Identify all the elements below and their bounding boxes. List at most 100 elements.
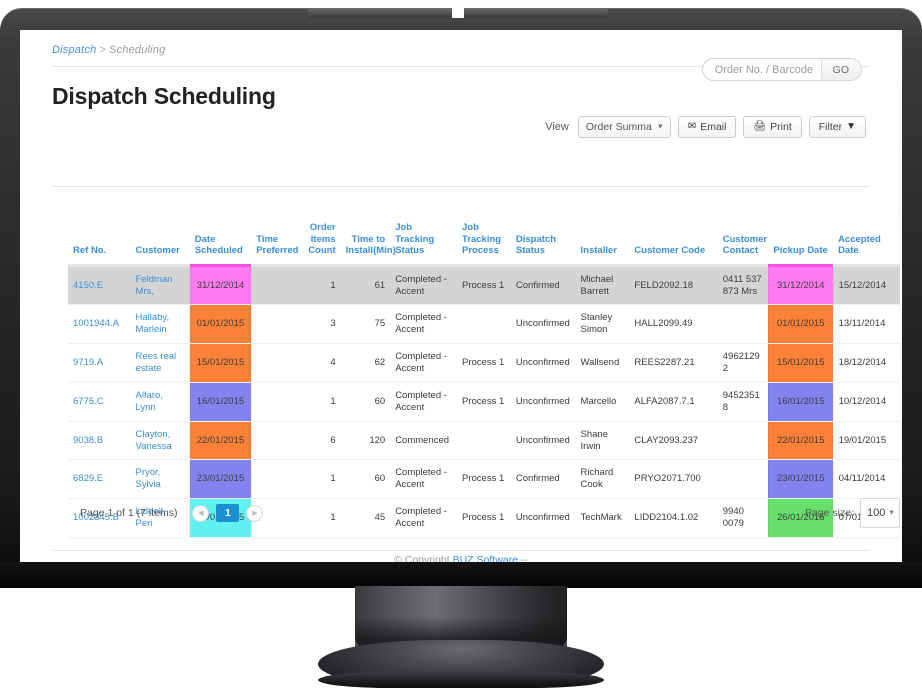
- grid-header-job_tracking_process[interactable]: Job Tracking Process: [457, 222, 511, 267]
- grid-header-date_scheduled[interactable]: Date Scheduled: [189, 222, 252, 267]
- page-info-label: Page 1 of 1 (7 items): [80, 507, 178, 519]
- cell-ref_no[interactable]: 9038.B: [68, 421, 131, 461]
- grid-header-customer_contact[interactable]: Customer Contact: [717, 222, 769, 267]
- pager-prev-button[interactable]: ◀: [192, 504, 210, 522]
- cell-accepted_date: 18/12/2014: [833, 343, 900, 383]
- search-go-button[interactable]: GO: [820, 59, 861, 80]
- cell-job_tracking_process: [457, 304, 511, 345]
- grid-header-dispatch_status[interactable]: Dispatch Status: [510, 222, 576, 267]
- cell-customer_code: CLAY2093.237: [629, 421, 718, 461]
- table-row[interactable]: 4150.E Feldman Mrs, 31/12/2014 1 61 Completed…: [68, 265, 900, 306]
- grid-header-job_tracking_status[interactable]: Job Tracking Status: [390, 222, 457, 267]
- email-button-label: Email: [700, 121, 727, 133]
- cell-time_preferred: [251, 382, 300, 422]
- cell-accepted_date: 04/11/2014: [833, 459, 900, 500]
- cell-customer[interactable]: Pryor, Sylvia: [130, 459, 190, 500]
- table-row[interactable]: 6829.E Pryor, Sylvia 23/01/2015 1 60 Complete…: [68, 459, 900, 500]
- cell-customer_code: ALFA2087.7.1: [629, 382, 718, 422]
- pager-page-1[interactable]: 1: [216, 504, 240, 522]
- cell-customer_contact: 49621292: [717, 343, 769, 383]
- grid-header-pickup_date[interactable]: Pickup Date: [768, 222, 834, 267]
- cell-ref_no[interactable]: 4150.E: [68, 265, 131, 306]
- grid-header-order_items_count[interactable]: Order Items Count: [299, 222, 341, 267]
- grid-header: Ref No. Customer Date Scheduled Time Prefer…: [68, 222, 900, 267]
- cell-time_preferred: [251, 421, 300, 461]
- grid-header-customer[interactable]: Customer: [130, 222, 190, 267]
- chevron-down-icon: ▼: [888, 509, 895, 517]
- filter-button[interactable]: Filter ▼: [808, 116, 866, 138]
- table-row[interactable]: 6775.C Alfaro, Lynn 16/01/2015 1 60 Completed…: [68, 382, 900, 422]
- table-row[interactable]: 1001944.A Hallaby, Marlein 01/01/2015 3 75 Co…: [68, 304, 900, 345]
- grid-footer: Page 1 of 1 (7 items) ◀ 1 ▶ Page size: 1…: [68, 496, 900, 536]
- table-row[interactable]: 9038.B Clayton, Vanessa 22/01/2015 6 120 Comm…: [68, 421, 900, 461]
- cell-date_scheduled: 01/01/2015: [189, 304, 252, 345]
- page-size-label: Page size:: [804, 507, 854, 519]
- grid-header-time_preferred[interactable]: Time Preferred: [251, 222, 300, 267]
- footer-divider: [52, 550, 870, 551]
- view-select[interactable]: Order Summa ▼: [577, 116, 671, 138]
- cell-installer: Michael Barrett: [575, 265, 630, 306]
- cell-ref_no[interactable]: 1001944.A: [68, 304, 131, 345]
- cell-order_items_count: 1: [299, 459, 341, 500]
- cell-customer_code: FELD2092.18: [629, 265, 718, 306]
- monitor-stand-base-edge: [318, 672, 604, 688]
- cell-job_tracking_status: Completed - Accent: [390, 304, 457, 345]
- grid-header-ref_no[interactable]: Ref No.: [68, 222, 131, 267]
- cell-ref_no[interactable]: 9719.A: [68, 343, 131, 383]
- cell-customer[interactable]: Hallaby, Marlein: [130, 304, 190, 345]
- cell-date_scheduled: 22/01/2015: [189, 421, 252, 461]
- grid-header-row: Ref No. Customer Date Scheduled Time Prefer…: [68, 222, 900, 267]
- cell-job_tracking_process: Process 1: [457, 459, 511, 500]
- cell-job_tracking_process: Process 1: [457, 382, 511, 422]
- cell-date_scheduled: 23/01/2015: [189, 459, 252, 500]
- page-size-value: 100: [867, 507, 886, 519]
- cell-order_items_count: 6: [299, 421, 341, 461]
- email-button[interactable]: ✉ Email: [677, 116, 737, 138]
- cell-accepted_date: 10/12/2014: [833, 382, 900, 422]
- table-row[interactable]: 9719.A Rees real estate 15/01/2015 4 62 Compl…: [68, 343, 900, 383]
- cell-job_tracking_status: Completed - Accent: [390, 265, 457, 306]
- cell-time_preferred: [251, 304, 300, 345]
- breadcrumb-link-dispatch[interactable]: Dispatch: [52, 44, 96, 56]
- cell-installer: Stanley Simon: [575, 304, 630, 345]
- funnel-icon: ▼: [846, 121, 856, 132]
- cell-pickup_date: 01/01/2015: [767, 304, 834, 345]
- cell-customer[interactable]: Rees real estate: [130, 343, 190, 383]
- cell-accepted_date: 15/12/2014: [833, 265, 900, 306]
- grid-header-accepted_date[interactable]: Accepted Date: [833, 222, 900, 267]
- cell-ref_no[interactable]: 6829.E: [68, 459, 131, 500]
- page-size-select[interactable]: 100 ▼: [860, 498, 900, 528]
- cell-job_tracking_process: Process 1: [457, 343, 511, 383]
- grid-header-customer_code[interactable]: Customer Code: [629, 222, 718, 267]
- breadcrumb-separator: >: [99, 44, 107, 56]
- cell-customer_code: PRYO2071.700: [629, 459, 718, 500]
- cell-date_scheduled: 31/12/2014: [189, 265, 252, 306]
- pager-next-button[interactable]: ▶: [246, 504, 264, 522]
- cell-job_tracking_status: Commenced: [390, 421, 457, 461]
- cell-time_preferred: [251, 459, 300, 500]
- cell-customer[interactable]: Alfaro, Lynn: [130, 382, 190, 422]
- cell-customer_contact: 94523518: [717, 382, 769, 422]
- order-search-box[interactable]: GO: [701, 58, 862, 81]
- breadcrumb: Dispatch > Scheduling: [20, 30, 902, 56]
- cell-pickup_date: 15/01/2015: [767, 343, 834, 383]
- grid-header-time_to_install[interactable]: Time to Install(Min): [340, 222, 396, 267]
- monitor-notch-gap: [452, 8, 464, 18]
- cell-customer[interactable]: Clayton, Vanessa: [130, 421, 190, 461]
- cell-installer: Richard Cook: [575, 459, 630, 500]
- cell-time_to_install: 60: [340, 459, 391, 500]
- cell-pickup_date: 22/01/2015: [767, 421, 834, 461]
- cell-customer[interactable]: Feldman Mrs,: [130, 265, 190, 306]
- cell-order_items_count: 3: [299, 304, 341, 345]
- grid-header-installer[interactable]: Installer: [575, 222, 630, 267]
- cell-customer_contact: 0411 537 873 Mrs: [717, 265, 769, 306]
- cell-accepted_date: 19/01/2015: [833, 421, 900, 461]
- search-input[interactable]: [702, 59, 821, 80]
- cell-pickup_date: 23/01/2015: [767, 459, 834, 500]
- print-button[interactable]: 🖨 Print: [743, 116, 802, 138]
- cell-pickup_date: 16/01/2015: [767, 382, 834, 422]
- toolbar: View Order Summa ▼ ✉ Email 🖨 Print Filte…: [545, 116, 866, 138]
- cell-ref_no[interactable]: 6775.C: [68, 382, 131, 422]
- cell-dispatch_status: Unconfirmed: [510, 421, 576, 461]
- cell-order_items_count: 4: [299, 343, 341, 383]
